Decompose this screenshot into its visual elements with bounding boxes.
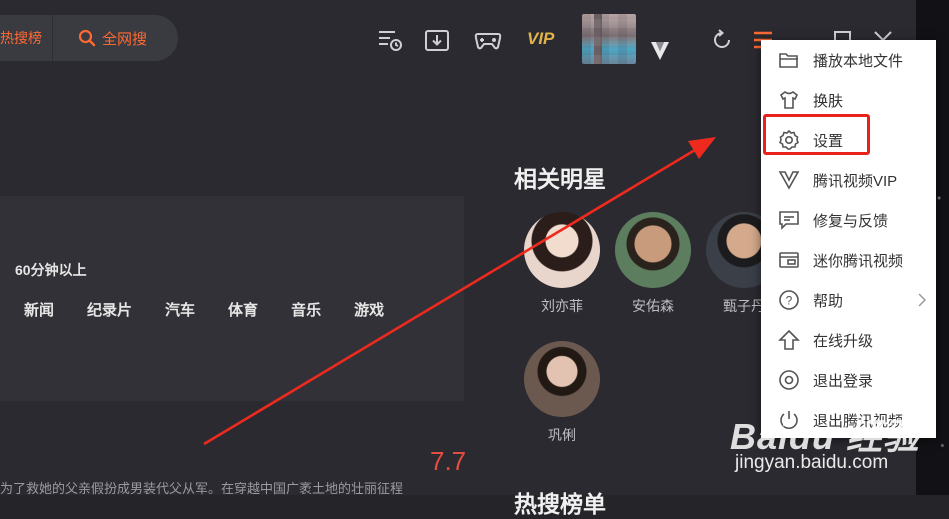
menu-item-label: 腾讯视频VIP [813,172,898,190]
help-icon: ? [779,290,799,310]
menu-item-label: 换肤 [813,92,844,110]
menu-item-help[interactable]: ? 帮助 [761,280,936,320]
menu-item-label: 帮助 [813,292,844,310]
feedback-icon [779,211,799,230]
menu-item-open-local-file[interactable]: 播放本地文件 [761,40,936,80]
mini-player-icon [779,252,799,268]
menu-item-label: 播放本地文件 [813,52,904,70]
folder-icon [779,53,798,68]
shirt-icon [779,91,799,109]
vip-v-icon [778,171,800,190]
main-dropdown-menu: 播放本地文件 换肤 设置 腾讯视频VIP 修复与反馈 迷你腾讯视频 ? 帮助 在… [761,40,936,438]
menu-item-vip[interactable]: 腾讯视频VIP [761,160,936,200]
settings-highlight-box [763,114,870,155]
menu-item-logout[interactable]: 退出登录 [761,360,936,400]
menu-item-label: 修复与反馈 [813,212,889,230]
menu-item-label: 退出登录 [813,372,874,390]
menu-item-label: 迷你腾讯视频 [813,252,904,270]
svg-text:?: ? [786,294,793,308]
logout-icon [779,370,799,390]
menu-item-upgrade[interactable]: 在线升级 [761,320,936,360]
chevron-right-icon [918,293,926,307]
baidu-watermark-url: jingyan.baidu.com [735,452,889,473]
menu-item-mini-player[interactable]: 迷你腾讯视频 [761,240,936,280]
menu-item-repair-feedback[interactable]: 修复与反馈 [761,200,936,240]
upgrade-icon [778,329,800,350]
menu-item-label: 在线升级 [813,332,874,350]
